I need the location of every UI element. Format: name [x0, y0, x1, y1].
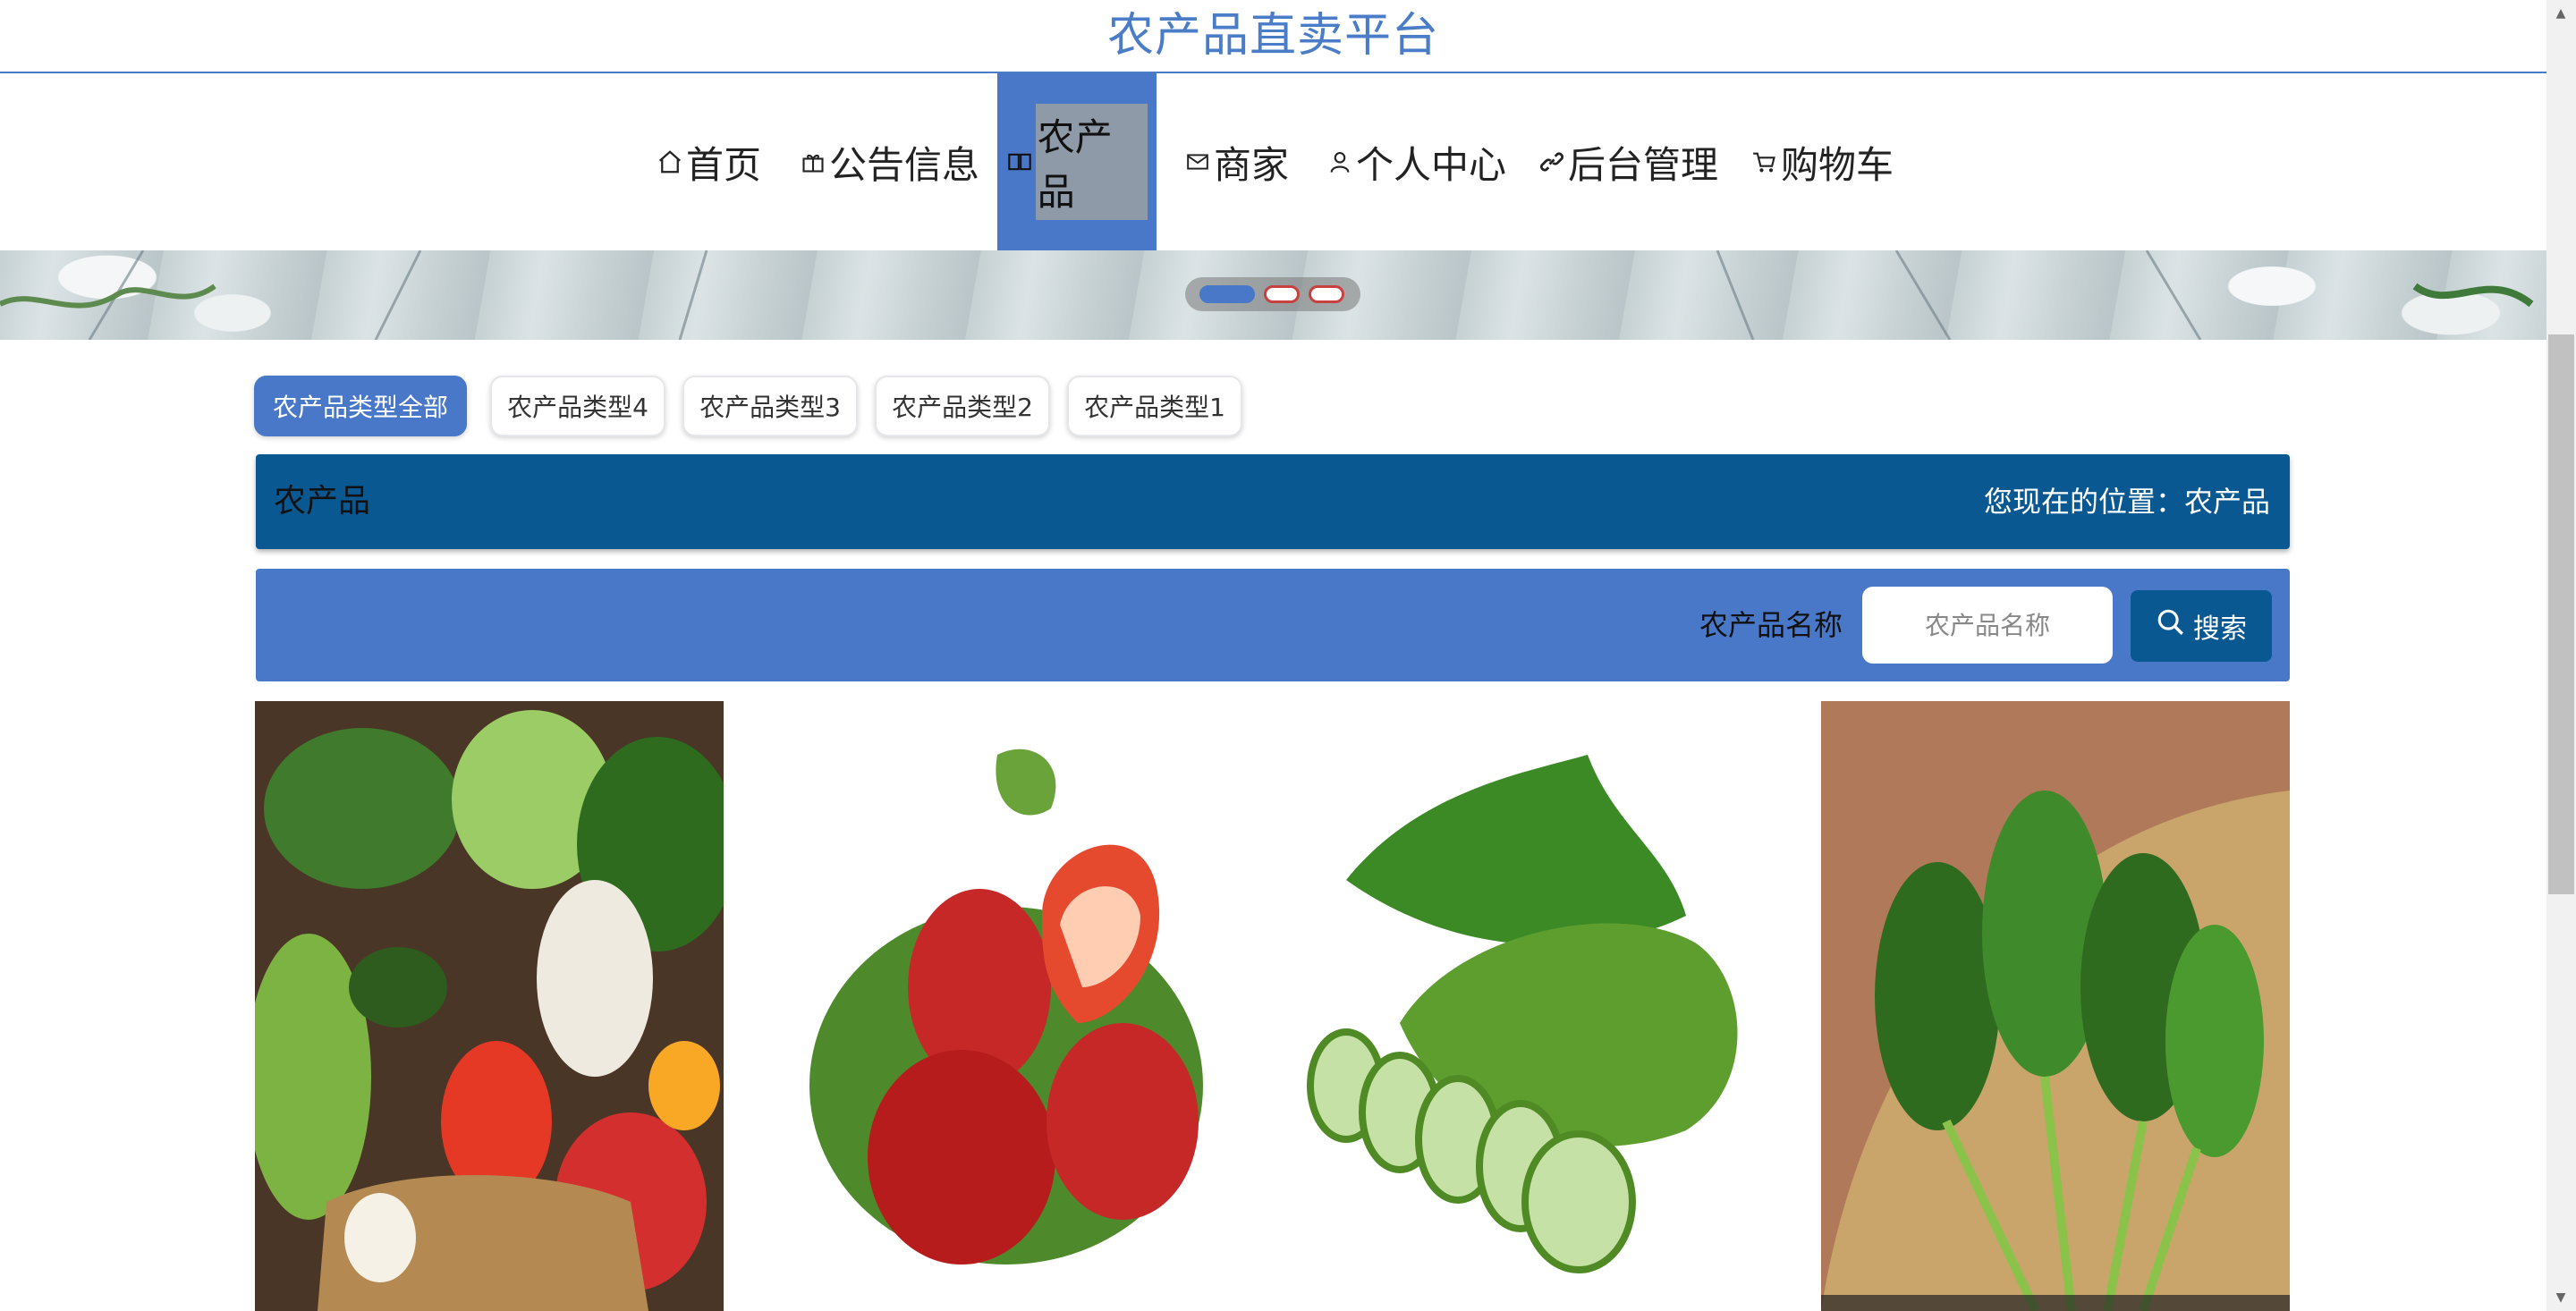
product-card-strawberries[interactable] [774, 701, 1242, 1311]
user-icon [1326, 148, 1354, 176]
product-image [1821, 701, 2290, 1311]
scroll-down-icon[interactable]: ▼ [2551, 1288, 2571, 1307]
search-icon [2156, 607, 2186, 645]
search-button[interactable]: 搜索 [2131, 590, 2272, 662]
cart-icon [1750, 148, 1779, 176]
nav-item-cart[interactable]: 购物车 [1750, 73, 1894, 250]
category-tab-all[interactable]: 农产品类型全部 [254, 376, 467, 436]
category-tab-4[interactable]: 农产品类型4 [490, 376, 665, 436]
home-icon [656, 148, 684, 176]
category-tab-3[interactable]: 农产品类型3 [682, 376, 858, 436]
location-bar: 农产品 您现在的位置：农产品 [256, 454, 2290, 549]
scrollbar-thumb[interactable] [2548, 334, 2574, 894]
nav-label: 后台管理 [1568, 142, 1719, 187]
nav-item-products[interactable]: 农产品 [997, 73, 1157, 250]
nav-item-home[interactable]: 首页 [656, 73, 761, 250]
main-nav: 首页 公告信息 农产品 商家 个人中心 后台管理 购物车 [0, 73, 2546, 250]
carousel-indicators [1185, 277, 1360, 311]
book-icon [1006, 148, 1034, 176]
section-title: 农产品 [274, 483, 371, 520]
search-label: 农产品名称 [1699, 608, 1843, 642]
nav-item-merchants[interactable]: 商家 [1183, 73, 1289, 250]
mail-icon [1183, 148, 1212, 176]
site-title: 农产品直卖平台 [1106, 9, 1439, 63]
product-image [774, 701, 1242, 1311]
search-button-label: 搜索 [2193, 613, 2247, 645]
nav-label: 购物车 [1781, 142, 1894, 187]
gift-icon [799, 148, 827, 176]
category-tab-2[interactable]: 农产品类型2 [875, 376, 1050, 436]
carousel-dot[interactable] [1309, 285, 1344, 303]
product-card-cucumber[interactable] [1292, 701, 1761, 1311]
link-icon [1538, 148, 1566, 176]
carousel-dot[interactable] [1199, 285, 1255, 303]
breadcrumb: 您现在的位置：农产品 [1983, 485, 2270, 519]
carousel-dot[interactable] [1264, 285, 1300, 303]
product-card-spinach[interactable] [1821, 701, 2290, 1311]
nav-item-admin[interactable]: 后台管理 [1538, 73, 1718, 250]
nav-label: 公告信息 [829, 142, 980, 187]
search-bar: 农产品名称 搜索 [256, 569, 2290, 681]
product-image [255, 701, 724, 1311]
nav-item-announcements[interactable]: 公告信息 [799, 73, 979, 250]
nav-item-profile[interactable]: 个人中心 [1326, 73, 1506, 250]
nav-label: 农产品 [1035, 104, 1148, 220]
product-card-mixed-vegetables[interactable] [255, 701, 724, 1311]
scroll-up-icon[interactable]: ▲ [2551, 4, 2571, 23]
search-input[interactable] [1862, 587, 2113, 664]
nav-label: 首页 [686, 142, 762, 187]
category-tab-1[interactable]: 农产品类型1 [1067, 376, 1242, 436]
nav-label: 商家 [1214, 142, 1290, 187]
product-image [1292, 701, 1761, 1311]
nav-label: 个人中心 [1356, 142, 1507, 187]
